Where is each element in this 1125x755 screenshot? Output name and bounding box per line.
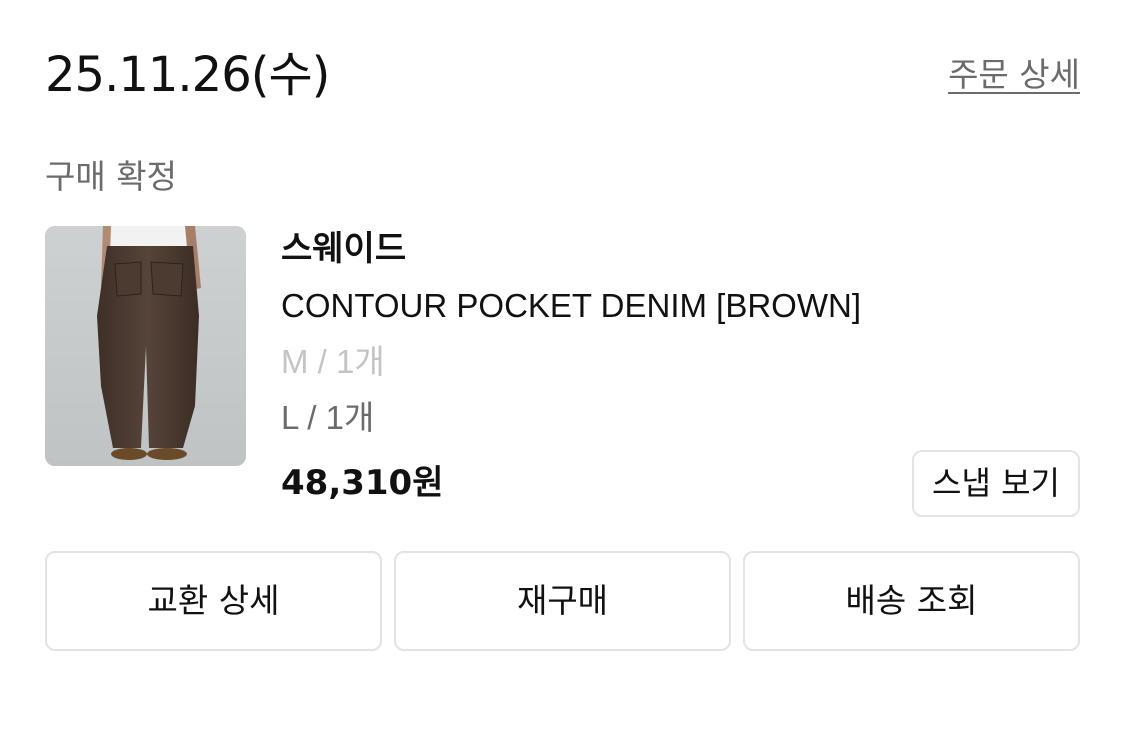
- order-status: 구매 확정: [45, 157, 177, 196]
- exchange-detail-button[interactable]: 교환 상세: [45, 551, 382, 651]
- product-price: 48,310원: [281, 463, 444, 503]
- order-date: 25.11.26(수): [45, 47, 330, 103]
- brand-name[interactable]: 스웨이드: [281, 224, 406, 274]
- order-detail-link[interactable]: 주문 상세: [948, 50, 1080, 100]
- product-name[interactable]: CONTOUR POCKET DENIM [BROWN]: [281, 281, 861, 331]
- product-option-2: L / 1개: [281, 399, 375, 436]
- order-card: 25.11.26(수) 주문 상세 구매 확정 스웨이드 CONTOUR POC…: [0, 0, 1125, 755]
- snap-view-button[interactable]: 스냅 보기: [912, 450, 1080, 517]
- product-image[interactable]: [45, 226, 246, 466]
- reorder-button[interactable]: 재구매: [394, 551, 731, 651]
- product-option-1: M / 1개: [281, 343, 385, 380]
- delivery-tracking-button[interactable]: 배송 조회: [743, 551, 1080, 651]
- product-photo-icon: [45, 226, 246, 466]
